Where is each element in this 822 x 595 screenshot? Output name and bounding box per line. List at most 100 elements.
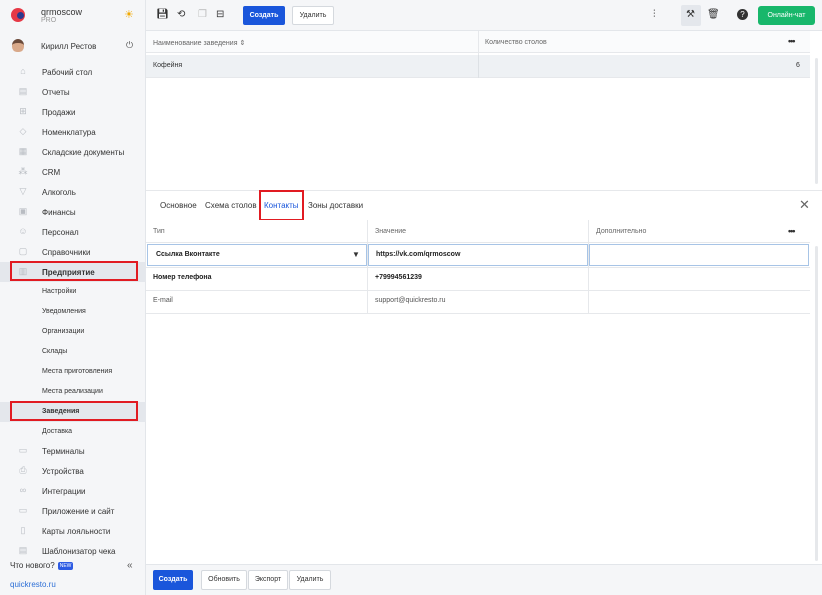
contact-type: E-mail: [153, 297, 173, 304]
value-input[interactable]: https://vk.com/qrmoscow: [368, 244, 588, 266]
user-row[interactable]: Кирилл Рестов ⏻: [0, 36, 146, 56]
warehouse-icon: ▦: [18, 146, 28, 156]
whats-new-label: Что нового?: [10, 561, 55, 570]
whats-new-link[interactable]: Что нового? NEW: [10, 561, 74, 570]
sliders-icon[interactable]: ⫶: [653, 9, 656, 20]
collapse-icon[interactable]: «: [127, 560, 133, 571]
type-select-value: Ссылка Вконтакте: [156, 251, 220, 258]
delete-button[interactable]: Удалить: [292, 6, 334, 25]
terminal-icon: ▭: [18, 445, 28, 455]
user-name: Кирилл Рестов: [41, 42, 97, 51]
sidebar-item-sales[interactable]: ⊞ Продажи: [0, 102, 146, 122]
receipt-icon: ▤: [18, 545, 28, 555]
sidebar-item-integrations[interactable]: ∞ Интеграции: [0, 481, 146, 501]
sidebar-item-crm[interactable]: ⁂ CRM: [0, 162, 146, 182]
sidebar-item-reports[interactable]: ▤ Отчеты: [0, 82, 146, 102]
sidebar-item-receipt[interactable]: ▤ Шаблонизатор чека: [0, 541, 146, 561]
subitem-organizations[interactable]: Организации: [0, 322, 146, 342]
bottom-toolbar: Создать Обновить Экспорт Удалить: [146, 564, 822, 595]
extra-input[interactable]: [589, 244, 809, 266]
subitem-sale-places[interactable]: Места реализации: [0, 382, 146, 402]
row-divider: [146, 313, 810, 314]
table-row[interactable]: Номер телефона +79994561239: [146, 267, 810, 290]
power-icon[interactable]: ⏻: [126, 40, 133, 51]
panel-divider: [146, 190, 822, 191]
subitem-label: Организации: [42, 328, 85, 335]
sidebar-item-terminals[interactable]: ▭ Терминалы: [0, 441, 146, 461]
subitem-notifications[interactable]: Уведомления: [0, 302, 146, 322]
save-icon[interactable]: 💾︎: [156, 9, 169, 20]
sidebar-item-label: Шаблонизатор чека: [42, 547, 116, 556]
table-row[interactable]: E-mail support@quickresto.ru: [146, 290, 810, 313]
highlight-box: [10, 261, 138, 281]
sidebar-item-loyalty[interactable]: ▯ Карты лояльности: [0, 521, 146, 541]
scrollbar[interactable]: [815, 58, 818, 184]
bottom-create-button[interactable]: Создать: [153, 570, 193, 590]
sidebar-item-label: Справочники: [42, 248, 91, 257]
subitem-kitchens[interactable]: Места приготовления: [0, 362, 146, 382]
sidebar-item-label: Персонал: [42, 228, 79, 237]
venue-name: Кофейня: [153, 62, 183, 69]
help-icon[interactable]: ?: [737, 9, 748, 20]
home-icon: ⌂: [20, 66, 26, 76]
sidebar-item-label: Устройства: [42, 467, 84, 476]
sidebar-item-finance[interactable]: ▣ Финансы: [0, 202, 146, 222]
subitem-warehouses[interactable]: Склады: [0, 342, 146, 362]
column-header-name[interactable]: Наименование заведения ⇕: [153, 39, 245, 47]
close-icon[interactable]: ✕: [799, 197, 810, 213]
sidebar-item-alcohol[interactable]: ▽ Алкоголь: [0, 182, 146, 202]
sidebar-item-warehouse[interactable]: ▦ Складские документы: [0, 142, 146, 162]
sidebar-item-desktop[interactable]: ⌂ Рабочий стол: [0, 62, 146, 82]
bottom-delete-button[interactable]: Удалить: [289, 570, 331, 590]
brand-plan: PRO: [41, 17, 57, 24]
create-button[interactable]: Создать: [243, 6, 285, 25]
tools-icon: ⚒: [686, 9, 695, 20]
cart-icon: ⊞: [19, 106, 27, 116]
sidebar-item-label: Терминалы: [42, 447, 85, 456]
value-input-text: https://vk.com/qrmoscow: [376, 251, 461, 258]
sidebar-item-label: Карты лояльности: [42, 527, 111, 536]
more-icon[interactable]: •••: [788, 36, 796, 46]
subitem-delivery[interactable]: Доставка: [0, 422, 146, 442]
contacts-header: Тип Значение Дополнительно •••: [146, 220, 810, 243]
venue-tables-count: 6: [796, 62, 800, 69]
brand[interactable]: qrmoscow PRO ☀: [0, 0, 146, 30]
column-header-type[interactable]: Тип: [153, 228, 165, 235]
card-icon: ▯: [20, 525, 26, 535]
subitem-label: Уведомления: [42, 308, 86, 315]
sidebar-item-label: Продажи: [42, 108, 76, 117]
scrollbar[interactable]: [815, 246, 818, 561]
tag-icon: ◇: [19, 126, 27, 136]
trash-icon[interactable]: 🗑︎: [707, 9, 720, 20]
refresh-button[interactable]: Обновить: [201, 570, 247, 590]
subitem-settings[interactable]: Настройки: [0, 282, 146, 302]
tab-main[interactable]: Основное: [160, 201, 197, 210]
sidebar-item-devices[interactable]: ⎙ Устройства: [0, 461, 146, 481]
sidebar-item-label: CRM: [42, 168, 61, 177]
subitem-label: Места приготовления: [42, 368, 113, 375]
link-icon: ∞: [19, 485, 27, 495]
tab-table-scheme[interactable]: Схема столов: [205, 201, 257, 210]
chat-button[interactable]: Онлайн-чат: [758, 6, 815, 25]
refresh-icon[interactable]: ⟲: [177, 9, 185, 20]
sun-icon[interactable]: ☀: [124, 8, 134, 21]
tools-button[interactable]: ⚒: [681, 5, 701, 26]
more-icon[interactable]: •••: [788, 226, 796, 236]
type-select[interactable]: Ссылка Вконтакте ▼: [147, 244, 367, 266]
sidebar-item-references[interactable]: ▢ Справочники: [0, 242, 146, 262]
column-header-extra[interactable]: Дополнительно: [596, 228, 646, 235]
toolbar: 💾︎ ⟲ ❐ ⊟ Создать Удалить ⫶ ⚒ 🗑︎ ? Онлайн…: [146, 0, 822, 31]
highlight-box: [10, 401, 138, 421]
tab-delivery-zones[interactable]: Зоны доставки: [308, 201, 363, 210]
copy-icon[interactable]: ❐: [198, 9, 207, 20]
sidebar-item-staff[interactable]: ☺ Персонал: [0, 222, 146, 242]
sidebar-item-app[interactable]: ▭ Приложение и сайт: [0, 501, 146, 521]
column-header-tables[interactable]: Количество столов: [485, 39, 547, 46]
inbox-icon[interactable]: ⊟: [216, 9, 224, 20]
sidebar-item-nomenclature[interactable]: ◇ Номенклатура: [0, 122, 146, 142]
site-link[interactable]: quickresto.ru: [10, 580, 56, 589]
column-header-value[interactable]: Значение: [375, 228, 406, 235]
highlight-box: [259, 190, 304, 221]
contact-value: support@quickresto.ru: [375, 297, 446, 304]
export-button[interactable]: Экспорт: [248, 570, 288, 590]
